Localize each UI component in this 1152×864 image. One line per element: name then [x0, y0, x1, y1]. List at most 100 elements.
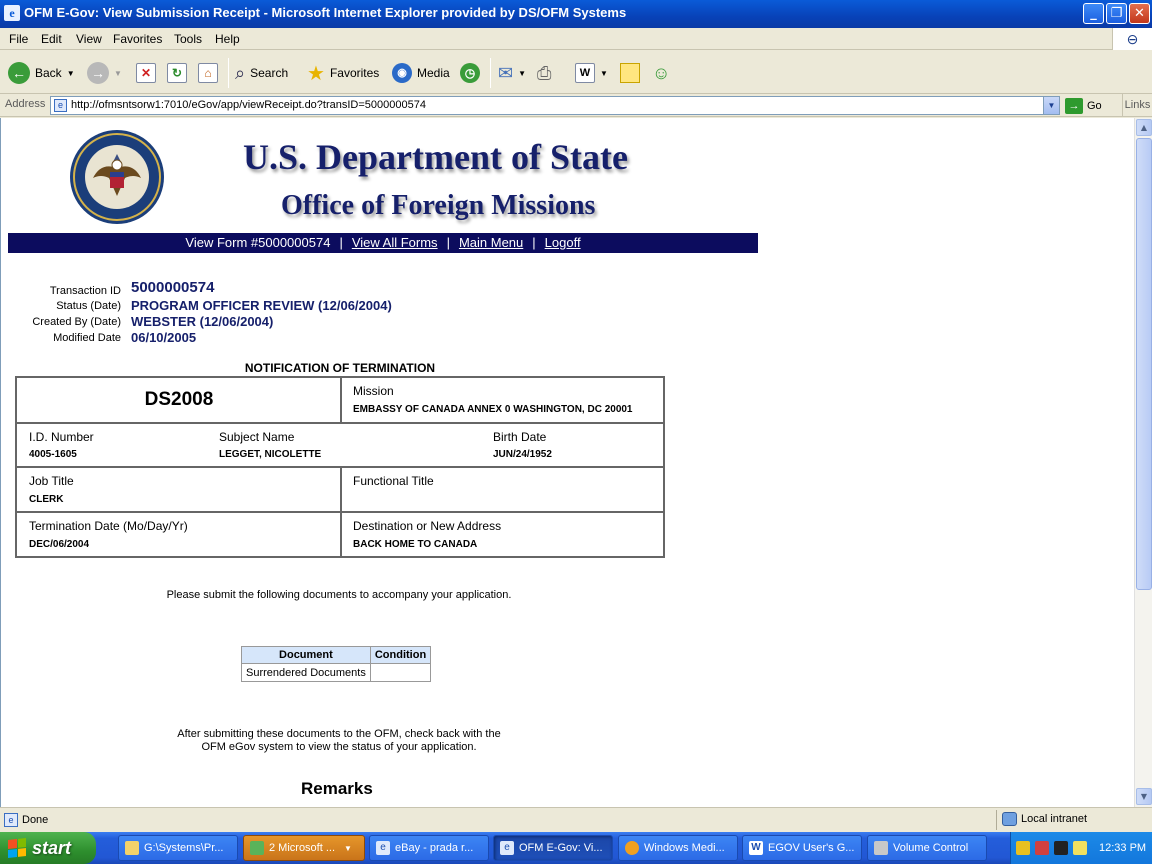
status-label: Status (Date) — [56, 300, 121, 312]
mission-value: EMBASSY OF CANADA ANNEX 0 WASHINGTON, DC… — [353, 404, 633, 415]
current-form-label: View Form #5000000574 — [185, 235, 331, 250]
links-button[interactable]: Links — [1122, 94, 1152, 117]
network-tray-icon[interactable] — [1035, 841, 1049, 855]
edit-dropdown-icon[interactable]: ▼ — [600, 69, 608, 78]
scroll-up-icon[interactable]: ▲ — [1136, 119, 1152, 136]
taskbar-item-volume-control[interactable]: Volume Control — [867, 835, 987, 861]
media-label: Media — [417, 66, 450, 80]
messenger-button[interactable]: ☺ — [652, 60, 670, 86]
back-dropdown-icon[interactable]: ▼ — [67, 69, 75, 78]
menu-file[interactable]: File — [9, 32, 28, 46]
word-doc-icon: W — [749, 841, 763, 855]
app-tray-icon[interactable] — [1054, 841, 1068, 855]
address-input[interactable]: e http://ofmsntsorw1:7010/eGov/app/viewR… — [50, 96, 1060, 115]
job-title-value: CLERK — [29, 494, 64, 505]
volume-icon — [874, 841, 888, 855]
favorites-label: Favorites — [329, 66, 380, 80]
key-tray-icon[interactable] — [1016, 841, 1030, 855]
view-all-forms-link[interactable]: View All Forms — [352, 235, 438, 250]
printer-icon: ⎙ — [537, 62, 552, 83]
identity-row: I.D. Number 4005-1605 Subject Name LEGGE… — [17, 424, 663, 467]
taskbar-item-media-player[interactable]: Windows Medi... — [618, 835, 738, 861]
close-button[interactable]: ✕ — [1129, 3, 1150, 24]
form-heading: NOTIFICATION OF TERMINATION — [244, 361, 436, 375]
page-done-icon: e — [4, 813, 18, 827]
go-button[interactable]: → Go — [1065, 96, 1102, 115]
refresh-button[interactable]: ↻ — [167, 60, 187, 86]
destination-cell: Destination or New Address BACK HOME TO … — [341, 513, 663, 556]
discuss-button[interactable] — [620, 60, 640, 86]
forward-button[interactable]: → ▼ — [87, 60, 122, 86]
birth-date-value: JUN/24/1952 — [493, 449, 552, 460]
menu-favorites[interactable]: Favorites — [113, 32, 162, 46]
forward-dropdown-icon[interactable]: ▼ — [114, 69, 122, 78]
address-bar: Address e http://ofmsntsorw1:7010/eGov/a… — [0, 94, 1152, 117]
scroll-thumb[interactable] — [1136, 138, 1152, 590]
window-title-bar[interactable]: e OFM E-Gov: View Submission Receipt - M… — [0, 0, 1152, 28]
clock[interactable]: 12:33 PM — [1099, 842, 1146, 854]
favorites-button[interactable]: ★ Favorites — [307, 60, 379, 86]
windows-flag-icon — [8, 838, 26, 858]
form-number: DS2008 — [144, 389, 214, 410]
mail-dropdown-icon[interactable]: ▼ — [518, 69, 526, 78]
stop-button[interactable]: ✕ — [136, 60, 156, 86]
main-menu-link[interactable]: Main Menu — [459, 235, 523, 250]
document-column-header: Document — [241, 646, 371, 664]
address-url[interactable]: http://ofmsntsorw1:7010/eGov/app/viewRec… — [71, 99, 426, 111]
transaction-id-label: Transaction ID — [49, 285, 121, 297]
mission-label: Mission — [353, 384, 394, 398]
menu-bar: File Edit View Favorites Tools Help ⊖ — [0, 28, 1152, 50]
go-arrow-icon: → — [1065, 97, 1083, 114]
outlook-icon — [250, 841, 264, 855]
termination-date-cell: Termination Date (Mo/Day/Yr) DEC/06/2004 — [17, 513, 341, 556]
table-row: Surrendered Documents — [241, 663, 432, 682]
security-zone[interactable]: Local intranet — [1002, 812, 1087, 826]
taskbar-item-folder[interactable]: G:\Systems\Pr... — [118, 835, 238, 861]
department-title: U.S. Department of State — [243, 137, 628, 177]
form-number-cell: DS2008 — [17, 378, 341, 422]
start-button[interactable]: start — [0, 832, 96, 864]
menu-view[interactable]: View — [76, 32, 102, 46]
minimize-button[interactable]: _ — [1083, 3, 1104, 24]
standard-toolbar: ← Back ▼ → ▼ ✕ ↻ ⌂ ⌕ Search ★ Favorites … — [0, 50, 1152, 94]
taskbar-item-ofm-egov[interactable]: e OFM E-Gov: Vi... — [493, 835, 613, 861]
vertical-scrollbar[interactable]: ▲ ▼ — [1134, 118, 1152, 807]
mission-cell: Mission EMBASSY OF CANADA ANNEX 0 WASHIN… — [341, 378, 663, 422]
history-button[interactable]: ◷ — [460, 60, 480, 86]
scroll-down-icon[interactable]: ▼ — [1136, 788, 1152, 805]
condition-column-header: Condition — [369, 646, 432, 664]
media-player-icon — [625, 841, 639, 855]
favorites-star-icon: ★ — [307, 62, 325, 85]
status-value: PROGRAM OFFICER REVIEW (12/06/2004) — [131, 298, 392, 313]
back-button[interactable]: ← Back ▼ — [8, 60, 75, 86]
pen-tray-icon[interactable] — [1073, 841, 1087, 855]
mail-button[interactable]: ✉ ▼ — [498, 60, 526, 86]
home-button[interactable]: ⌂ — [198, 60, 218, 86]
department-of-state-seal — [70, 130, 164, 224]
subject-name-value: LEGGET, NICOLETTE — [219, 449, 322, 460]
logoff-link[interactable]: Logoff — [545, 235, 581, 250]
refresh-icon: ↻ — [167, 63, 187, 83]
address-dropdown-icon[interactable]: ▼ — [1043, 97, 1059, 114]
word-edit-icon: W — [575, 63, 595, 83]
media-globe-icon: ◉ — [392, 63, 412, 83]
edit-button[interactable]: W ▼ — [575, 60, 608, 86]
taskbar-item-ie-group[interactable]: 2 Microsoft ... ▼ — [243, 835, 365, 861]
menu-edit[interactable]: Edit — [41, 32, 62, 46]
menu-tools[interactable]: Tools — [174, 32, 202, 46]
window-title: OFM E-Gov: View Submission Receipt - Mic… — [24, 5, 627, 20]
print-button[interactable]: ⎙ — [537, 60, 551, 86]
media-button[interactable]: ◉ Media — [392, 60, 450, 86]
modified-label: Modified Date — [53, 332, 121, 344]
group-dropdown-icon: ▼ — [344, 843, 352, 853]
status-bar: e Done Local intranet — [0, 807, 1152, 832]
menu-help[interactable]: Help — [215, 32, 240, 46]
taskbar-item-egov-guide[interactable]: W EGOV User's G... — [742, 835, 862, 861]
document-cell: Surrendered Documents — [241, 663, 371, 682]
maximize-button[interactable]: ❐ — [1106, 3, 1127, 24]
search-button[interactable]: ⌕ Search — [235, 60, 288, 86]
address-label: Address — [5, 98, 46, 110]
modified-value: 06/10/2005 — [131, 330, 197, 345]
taskbar-item-ebay[interactable]: e eBay - prada r... — [369, 835, 489, 861]
form-nav-bar: View Form #5000000574 | View All Forms | Mai… — [8, 233, 758, 253]
